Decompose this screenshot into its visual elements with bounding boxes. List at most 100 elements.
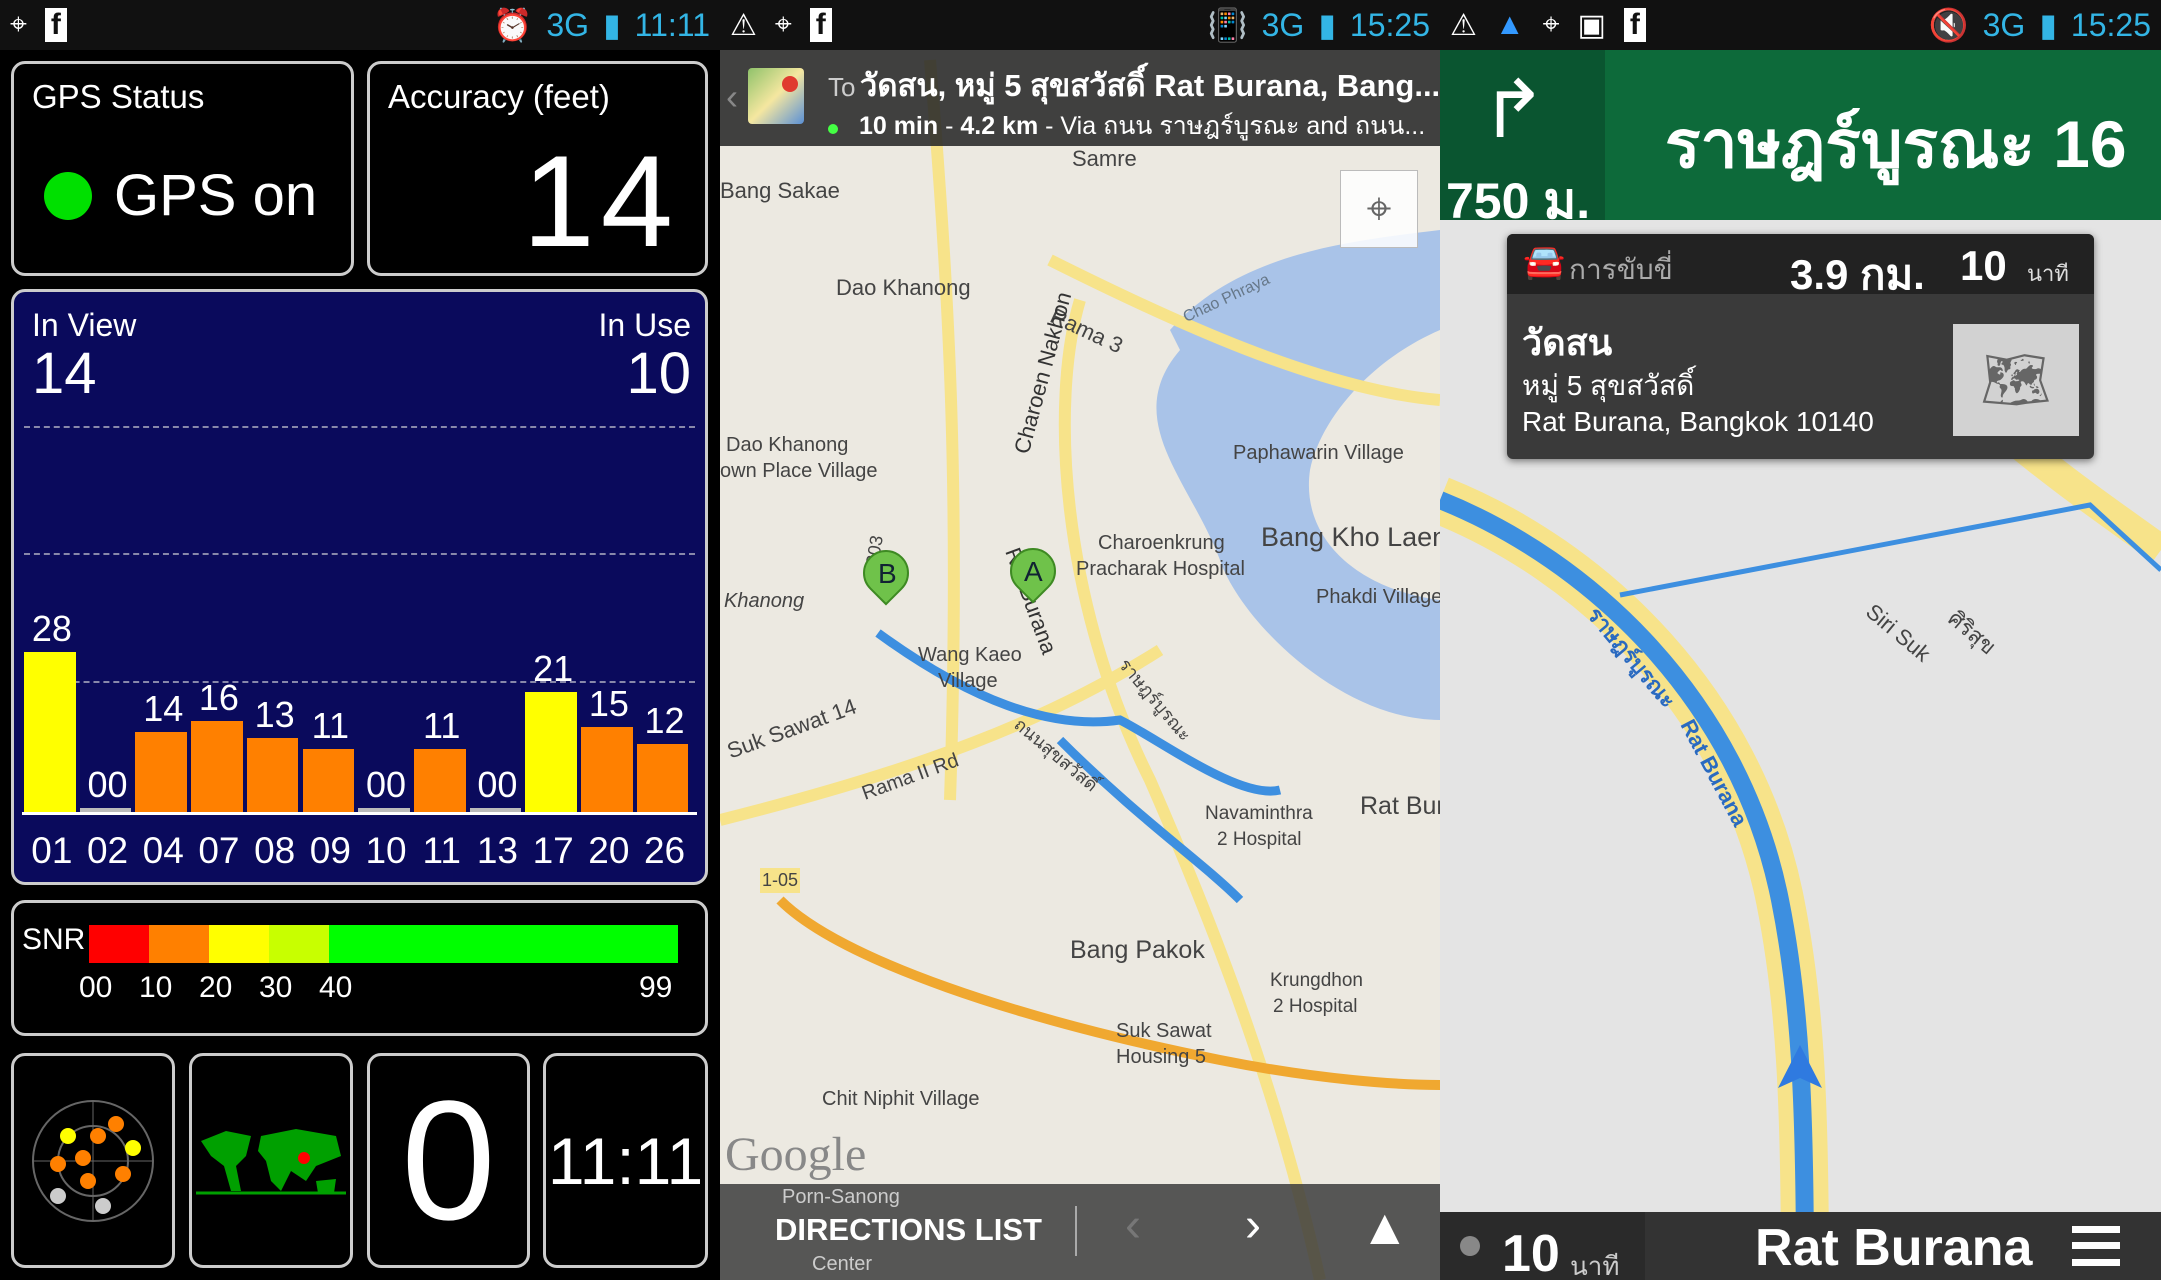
satellite-count-tile[interactable]: 0: [367, 1053, 530, 1268]
bar-value-label: 12: [644, 699, 685, 741]
gps-icon: ⌖: [1542, 8, 1560, 41]
card-header: 🚘 การขับขี่ 3.9 กม. 10 นาที: [1507, 234, 2094, 298]
axis-line: [22, 812, 697, 815]
bar-value-label: 13: [254, 693, 295, 735]
alarm-icon: ⏰: [492, 7, 533, 43]
snr-color-scale: [89, 925, 678, 963]
gps-icon: ⌖: [10, 8, 27, 41]
google-maps-directions: Google Samre Bang Sakae Dao Khanong Rama…: [720, 0, 1440, 1280]
warning-icon: ⚠: [1450, 8, 1477, 42]
network-type: 3G: [1261, 6, 1305, 43]
facebook-icon: f: [44, 8, 67, 42]
world-map-icon: [196, 1128, 346, 1194]
turn-right-arrow-icon: ↱: [1480, 65, 1548, 154]
clock: 15:25: [1349, 6, 1430, 43]
destination-name: วัดสน: [1522, 322, 1613, 363]
snr-tick-label: 30: [259, 971, 293, 1004]
battery-icon: ▮: [1318, 7, 1336, 43]
directions-list-button[interactable]: DIRECTIONS LIST: [775, 1212, 1042, 1248]
map-label: Wang Kaeo: [918, 644, 1022, 666]
remaining-minutes: 10: [1960, 242, 2007, 289]
clock: 11:11: [634, 6, 710, 43]
car-icon: 🚘: [1523, 243, 1566, 281]
destination-title: วัดสน, หมู่ 5 สุขสวัสดิ์ Rat Burana, Ban…: [859, 68, 1440, 103]
satellite-id-label: 09: [309, 830, 351, 871]
map-label: Khanong: [724, 590, 805, 612]
satellite-bar: [302, 749, 355, 812]
world-map-tile[interactable]: [189, 1053, 353, 1268]
map-label: Chit Niphit Village: [822, 1088, 980, 1110]
gps-dot-icon: [1460, 1236, 1480, 1256]
satellite-id-label: 02: [86, 830, 129, 871]
sky-plot-icon: [32, 1099, 154, 1222]
map-label: own Place Village: [720, 460, 878, 482]
map-label: 2 Hospital: [1217, 829, 1302, 850]
gps-status-value: GPS on: [114, 163, 318, 228]
trip-distance: 4.2 km: [960, 112, 1039, 140]
marker-b-label: B: [878, 558, 897, 589]
menu-icon[interactable]: [2072, 1226, 2120, 1266]
satellite-chart-box[interactable]: In View 14 In Use 10 28 01 00 02 14 04 16 07 13 0…: [11, 289, 708, 885]
battery-icon: ▮: [2039, 7, 2057, 43]
bar-value-label: 11: [311, 705, 350, 747]
satellite-id-label: 26: [643, 830, 686, 871]
turn-instruction-panel[interactable]: ↱ 750 ม. ราษฎร์บูรณะ 16: [1440, 50, 2161, 229]
travel-mode: การขับขี่: [1569, 254, 1673, 285]
satellite-id-label: 17: [532, 830, 574, 871]
gps-status-app: ⌖ f ⏰ 3G ▮ 11:11 GPS Status GPS on Accuracy…: [0, 0, 720, 1280]
accuracy-box[interactable]: Accuracy (feet) 14: [367, 61, 708, 276]
back-chevron-icon[interactable]: ‹: [726, 76, 738, 118]
snr-legend-box: SNR 00 10 20 30 40 99: [11, 900, 708, 1036]
destination-card[interactable]: 🚘 การขับขี่ 3.9 กม. 10 นาที วัดสน หมู่ 5…: [1507, 234, 2094, 459]
satellite-bar: [135, 732, 188, 812]
route-map-icon: 🗺: [1980, 348, 2052, 411]
eta-unit: นาที: [1570, 1251, 1620, 1280]
map-label: Center: [812, 1253, 873, 1275]
clock-tile[interactable]: 11:11: [543, 1053, 708, 1268]
destination-address-line1: หมู่ 5 สุขสวัสดิ์: [1522, 370, 1695, 401]
bar-value-label: 00: [87, 764, 128, 805]
satellite-id-label: 01: [31, 830, 73, 871]
snr-tick-label: 20: [199, 971, 233, 1004]
snr-color-segment: [89, 925, 149, 963]
maps-app-icon: [748, 68, 804, 124]
map-label: Suk Sawat: [1116, 1020, 1212, 1042]
satellite-bar: [246, 737, 299, 812]
snr-color-segment: [269, 925, 329, 963]
facebook-icon: f: [1623, 8, 1646, 42]
next-step-button[interactable]: ›: [1245, 1198, 1261, 1253]
image-icon: ▣: [1577, 8, 1606, 42]
separator: -: [938, 112, 961, 140]
bar-value-label: 00: [366, 764, 407, 805]
vibrate-icon: 📳: [1207, 7, 1248, 43]
navigate-arrow-icon[interactable]: ▲: [1360, 1198, 1410, 1256]
my-location-button[interactable]: ⌖: [1340, 170, 1418, 248]
eta-box: 10 นาที: [1440, 1212, 1645, 1280]
directions-header[interactable]: ‹ To วัดสน, หมู่ 5 สุขสวัสดิ์ Rat Burana…: [720, 50, 1440, 146]
map-label: Bang Sakae: [720, 178, 840, 203]
previous-step-button[interactable]: ‹: [1125, 1198, 1141, 1253]
eta-minutes: 10: [1502, 1225, 1560, 1280]
map-label: Dao Khanong: [726, 434, 849, 456]
satellite-id-label: 07: [198, 830, 240, 871]
bar-value-label: 11: [423, 705, 461, 747]
snr-tick-label: 99: [639, 971, 673, 1004]
clock: 15:25: [2070, 6, 2151, 43]
sky-view-tile[interactable]: [11, 1053, 175, 1268]
accuracy-label: Accuracy (feet): [388, 78, 610, 115]
battery-icon: ▮: [603, 7, 621, 43]
map-label: Charoenkrung: [1098, 532, 1225, 554]
satellite-bar: [581, 726, 633, 812]
route-overview-button[interactable]: 🗺: [1953, 324, 2079, 436]
traffic-dot-icon: [828, 124, 838, 134]
map-label: Pracharak Hospital: [1076, 558, 1245, 580]
snr-tick-label: 10: [139, 971, 173, 1004]
snr-ticks: 00 10 20 30 40 99: [79, 971, 689, 1011]
map-label: Samre: [1072, 146, 1137, 171]
map-label: Paphawarin Village: [1233, 442, 1404, 464]
map-label: 1-05: [760, 868, 801, 893]
gps-status-box[interactable]: GPS Status GPS on: [11, 61, 354, 276]
gps-status-label: GPS Status: [32, 78, 205, 115]
satellite-bar: [525, 692, 577, 812]
snr-color-segment: [149, 925, 209, 963]
